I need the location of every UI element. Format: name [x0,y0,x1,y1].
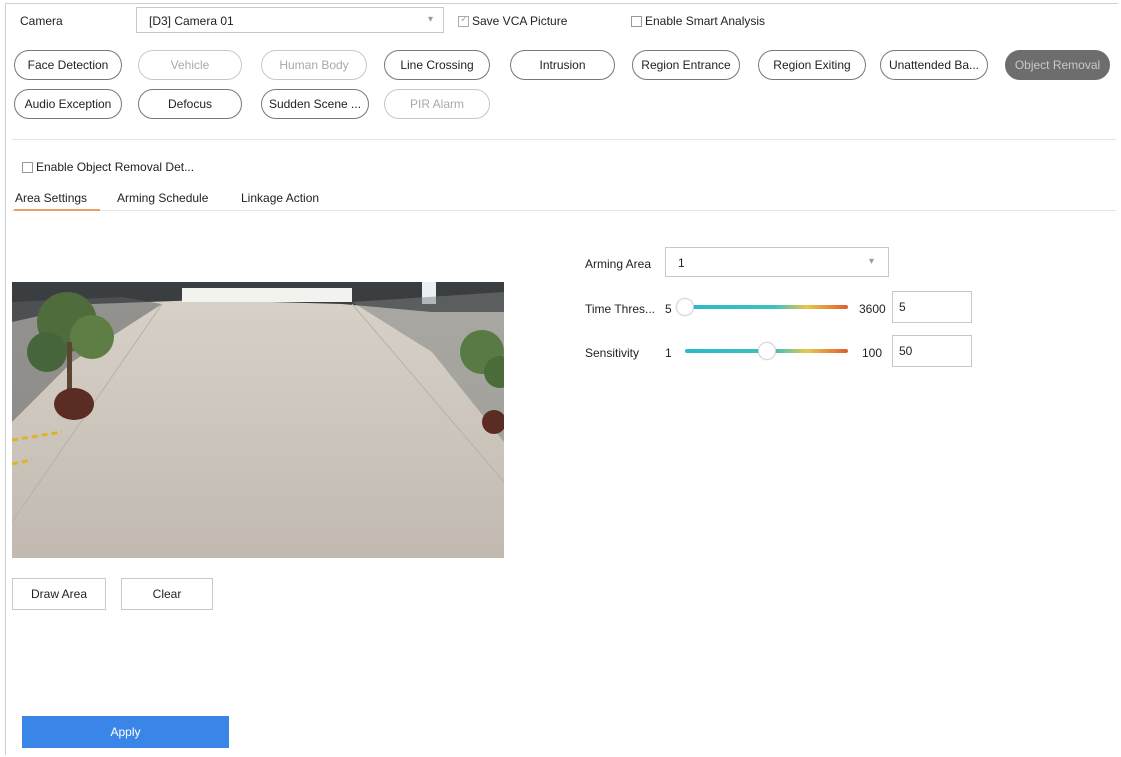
sensitivity-max: 100 [862,346,883,360]
enable-smart-analysis-label: Enable Smart Analysis [645,14,766,28]
time-threshold-label: Time Thres... [585,302,656,316]
time-threshold-min: 5 [665,302,672,316]
event-type-button-vehicle[interactable]: Vehicle [138,50,242,80]
draw-area-button[interactable]: Draw Area [12,578,106,610]
checkbox-icon [631,15,642,27]
event-type-button-pir-alarm[interactable]: PIR Alarm [384,89,490,119]
event-type-button-region-exiting[interactable]: Region Exiting [758,50,866,80]
arming-area-select[interactable]: 1 ▾ [665,247,889,277]
event-type-button-human-body[interactable]: Human Body [261,50,367,80]
tab-linkage-action[interactable]: Linkage Action [241,191,319,205]
event-type-button-face-detection[interactable]: Face Detection [14,50,122,80]
event-type-button-intrusion[interactable]: Intrusion [510,50,615,80]
save-vca-picture-checkbox[interactable]: Save VCA Picture [458,14,567,28]
sensitivity-min: 1 [665,346,672,360]
enable-object-removal-label: Enable Object Removal Det... [36,160,195,174]
enable-smart-analysis-checkbox[interactable]: Enable Smart Analysis [631,14,765,28]
tab-area-settings[interactable]: Area Settings [15,191,87,205]
tabs-divider [12,210,1116,211]
sensitivity-input[interactable]: 50 [892,335,972,367]
chevron-down-icon: ▾ [868,256,874,267]
time-threshold-slider-handle[interactable] [676,298,694,316]
arming-area-label: Arming Area [585,257,652,271]
apply-button[interactable]: Apply [22,716,229,748]
hallway-scene-image [12,282,504,558]
chevron-down-icon: ▾ [427,14,433,25]
time-threshold-slider[interactable] [685,305,848,309]
camera-label: Camera [20,14,63,28]
event-type-button-defocus[interactable]: Defocus [138,89,242,119]
sensitivity-label: Sensitivity [585,346,640,360]
divider [12,139,1116,140]
tab-arming-schedule[interactable]: Arming Schedule [117,191,208,205]
checkbox-checked-icon [458,14,469,27]
arming-area-value: 1 [678,256,685,270]
camera-select-value: [D3] Camera 01 [149,14,234,28]
event-type-button-line-crossing[interactable]: Line Crossing [384,50,490,80]
event-type-button-object-removal[interactable]: Object Removal [1005,50,1110,80]
enable-object-removal-checkbox[interactable]: Enable Object Removal Det... [22,160,194,174]
event-type-button-sudden-scene[interactable]: Sudden Scene ... [261,89,369,119]
camera-preview[interactable] [12,282,504,558]
time-threshold-input[interactable]: 5 [892,291,972,323]
save-vca-picture-label: Save VCA Picture [472,14,568,28]
sensitivity-slider-handle[interactable] [757,342,776,360]
event-type-button-region-entrance[interactable]: Region Entrance [632,50,740,80]
active-tab-indicator [14,209,100,211]
event-type-button-unattended-ba[interactable]: Unattended Ba... [880,50,988,80]
checkbox-icon [22,161,33,173]
event-type-button-audio-exception[interactable]: Audio Exception [14,89,122,119]
clear-button[interactable]: Clear [121,578,213,610]
camera-select[interactable]: [D3] Camera 01 ▾ [136,7,444,33]
time-threshold-max: 3600 [859,302,886,316]
